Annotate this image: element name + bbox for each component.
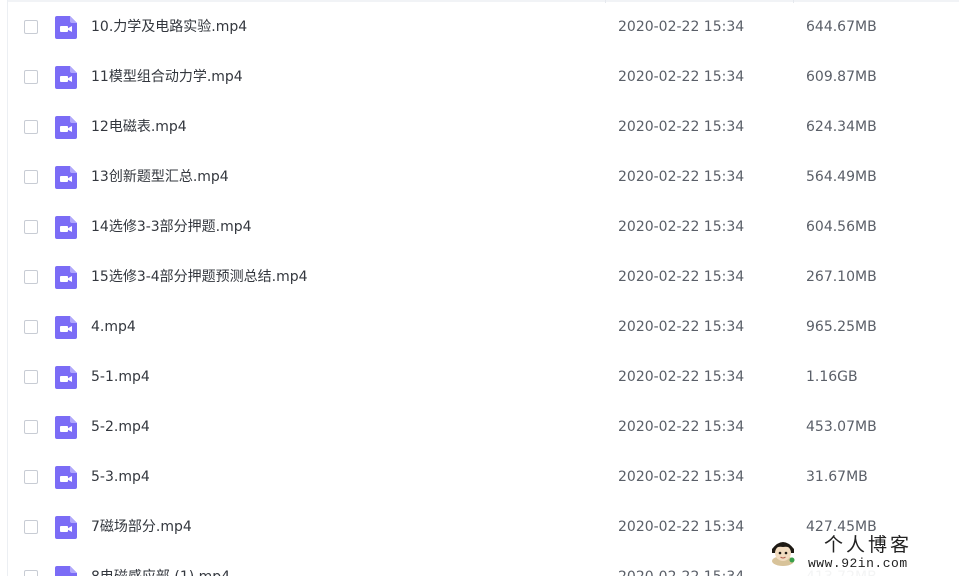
file-row[interactable]: 13创新题型汇总.mp4 2020-02-22 15:34 564.49MB [8, 153, 959, 203]
row-checkbox[interactable] [24, 220, 38, 234]
file-modified-date: 2020-02-22 15:34 [618, 219, 745, 235]
row-checkbox[interactable] [24, 120, 38, 134]
file-row[interactable]: 15选修3-4部分押题预测总结.mp4 2020-02-22 15:34 267.1… [8, 253, 959, 303]
file-modified-date: 2020-02-22 15:34 [618, 269, 745, 285]
video-file-icon [55, 16, 77, 39]
file-list: 10.力学及电路实验.mp4 2020-02-22 15:34 644.67MB 11… [8, 3, 959, 576]
file-size: 31.67MB [806, 469, 868, 485]
file-name[interactable]: 10.力学及电路实验.mp4 [91, 17, 247, 37]
file-modified-date: 2020-02-22 15:34 [618, 69, 745, 85]
file-name[interactable]: 4.mp4 [91, 317, 136, 337]
file-name[interactable]: 11模型组合动力学.mp4 [91, 67, 243, 87]
file-row[interactable]: 5-3.mp4 2020-02-22 15:34 31.67MB [8, 453, 959, 503]
file-modified-date: 2020-02-22 15:34 [618, 119, 745, 135]
file-modified-date: 2020-02-22 15:34 [618, 419, 745, 435]
file-modified-date: 2020-02-22 15:34 [618, 369, 745, 385]
file-row[interactable]: 10.力学及电路实验.mp4 2020-02-22 15:34 644.67MB [8, 3, 959, 53]
file-size: 1.16GB [806, 369, 858, 385]
watermark-title: 个人博客 [824, 534, 913, 556]
video-file-icon [55, 366, 77, 389]
file-row[interactable]: 12电磁表.mp4 2020-02-22 15:34 624.34MB [8, 103, 959, 153]
video-file-icon [55, 116, 77, 139]
file-row[interactable]: 14选修3-3部分押题.mp4 2020-02-22 15:34 604.56MB [8, 203, 959, 253]
row-checkbox[interactable] [24, 370, 38, 384]
row-checkbox[interactable] [24, 270, 38, 284]
file-modified-date: 2020-02-22 15:34 [618, 567, 744, 576]
file-modified-date: 2020-02-22 15:34 [618, 519, 745, 535]
file-size: 564.49MB [806, 169, 877, 185]
file-name[interactable]: 15选修3-4部分押题预测总结.mp4 [91, 267, 308, 287]
file-name[interactable]: 8电磁感应部 (1).mp4 [91, 567, 230, 576]
video-file-icon [55, 316, 77, 339]
file-size: 604.56MB [806, 219, 877, 235]
row-checkbox[interactable] [24, 470, 38, 484]
video-file-icon [55, 66, 77, 89]
video-file-icon [55, 516, 77, 539]
file-row[interactable]: 4.mp4 2020-02-22 15:34 965.25MB [8, 303, 959, 353]
file-size: 624.34MB [806, 119, 877, 135]
file-size: 609.87MB [806, 69, 877, 85]
video-file-icon [55, 266, 77, 289]
video-file-icon [55, 216, 77, 239]
row-checkbox[interactable] [24, 520, 38, 534]
row-checkbox[interactable] [24, 420, 38, 434]
file-modified-date: 2020-02-22 15:34 [618, 319, 745, 335]
watermark: 个人博客 www.92in.com [760, 532, 959, 576]
watermark-url: www.92in.com [808, 556, 908, 571]
file-name[interactable]: 13创新题型汇总.mp4 [91, 167, 229, 187]
row-checkbox[interactable] [24, 170, 38, 184]
file-list-page: 10.力学及电路实验.mp4 2020-02-22 15:34 644.67MB 11… [0, 0, 959, 576]
row-checkbox[interactable] [24, 70, 38, 84]
file-modified-date: 2020-02-22 15:34 [618, 169, 745, 185]
file-modified-date: 2020-02-22 15:34 [618, 469, 745, 485]
file-row[interactable]: 11模型组合动力学.mp4 2020-02-22 15:34 609.87MB [8, 53, 959, 103]
file-size: 644.67MB [806, 19, 877, 35]
cartoon-avatar-icon [768, 537, 798, 567]
video-file-icon [55, 416, 77, 439]
file-name[interactable]: 7磁场部分.mp4 [91, 517, 192, 537]
file-name[interactable]: 12电磁表.mp4 [91, 117, 187, 137]
video-file-icon [55, 566, 77, 576]
file-size: 267.10MB [806, 269, 877, 285]
video-file-icon [55, 166, 77, 189]
file-size: 965.25MB [806, 319, 877, 335]
file-name[interactable]: 5-1.mp4 [91, 367, 150, 387]
file-name[interactable]: 14选修3-3部分押题.mp4 [91, 217, 252, 237]
row-checkbox[interactable] [24, 320, 38, 334]
file-size: 453.07MB [806, 419, 877, 435]
file-row[interactable]: 5-2.mp4 2020-02-22 15:34 453.07MB [8, 403, 959, 453]
row-checkbox[interactable] [24, 570, 38, 576]
header-divider [8, 0, 959, 2]
file-name[interactable]: 5-3.mp4 [91, 467, 150, 487]
video-file-icon [55, 466, 77, 489]
file-row[interactable]: 5-1.mp4 2020-02-22 15:34 1.16GB [8, 353, 959, 403]
row-checkbox[interactable] [24, 20, 38, 34]
file-name[interactable]: 5-2.mp4 [91, 417, 150, 437]
file-modified-date: 2020-02-22 15:34 [618, 19, 745, 35]
